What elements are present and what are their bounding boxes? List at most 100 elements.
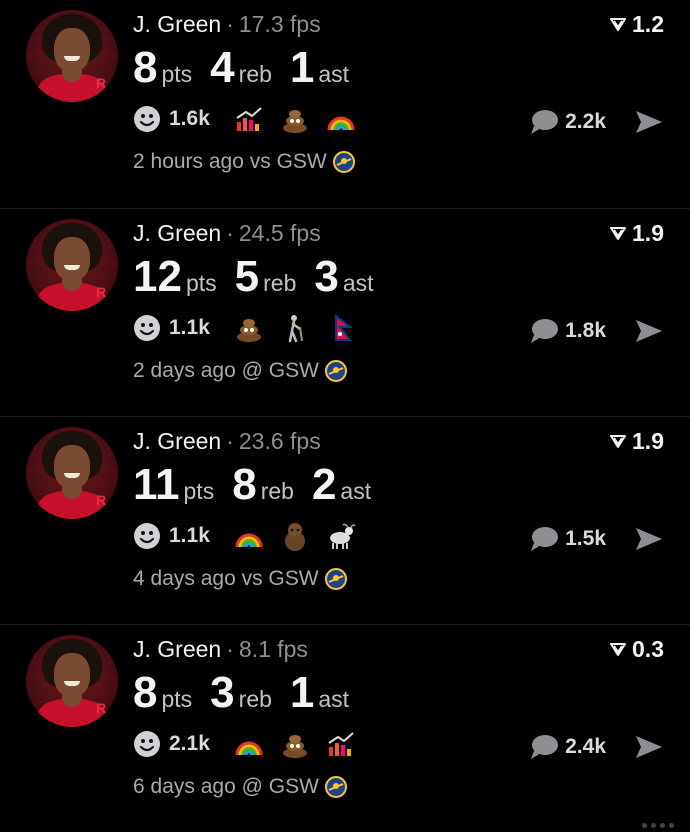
- smiley-face-icon[interactable]: [133, 730, 161, 758]
- stat-unit: pts: [161, 61, 193, 87]
- stat-points: 8 pts: [133, 667, 192, 719]
- emoji-reactions: [234, 521, 356, 551]
- player-avatar[interactable]: R: [26, 10, 118, 102]
- post-card[interactable]: R J. Green · 24.5 fps 1.9 12 pts 5 reb 3 ast …: [0, 208, 690, 416]
- player-name[interactable]: J. Green: [133, 636, 221, 662]
- player-name[interactable]: J. Green: [133, 11, 221, 37]
- player-name[interactable]: J. Green: [133, 220, 221, 246]
- send-share-icon[interactable]: [634, 524, 664, 554]
- stat-value: 3: [210, 668, 235, 717]
- comment-count: 1.8k: [565, 319, 606, 342]
- stat-line: 8 pts 3 reb 1 ast: [133, 667, 367, 719]
- reaction-count: 1.1k: [169, 524, 210, 547]
- post-meta: 4 days ago vs GSW: [133, 567, 347, 591]
- comments-button[interactable]: 2.2k: [529, 104, 606, 140]
- stat-assists: 3 ast: [314, 251, 373, 303]
- stat-rebounds: 4 reb: [210, 42, 272, 94]
- vote-score[interactable]: 1.2: [610, 10, 664, 38]
- stat-line: 11 pts 8 reb 2 ast: [133, 459, 389, 511]
- stat-points: 8 pts: [133, 42, 192, 94]
- post-card[interactable]: R J. Green · 23.6 fps 1.9 11 pts 8 reb 2 ast …: [0, 416, 690, 624]
- post-card[interactable]: R J. Green · 8.1 fps 0.3 8 pts 3 reb 1 ast 2.…: [0, 624, 690, 832]
- stat-unit: ast: [342, 270, 374, 296]
- reaction-count: 2.1k: [169, 732, 210, 755]
- post-header: J. Green · 23.6 fps: [133, 427, 321, 455]
- post-header: J. Green · 17.3 fps: [133, 10, 321, 38]
- score-value: 0.3: [632, 636, 664, 662]
- watermark-dots: [642, 814, 682, 828]
- stat-value: 3: [314, 252, 339, 301]
- action-bar: 1.1k 1.8k: [133, 313, 664, 349]
- elderly-person-icon[interactable]: [280, 313, 310, 343]
- emoji-reactions: [234, 104, 356, 134]
- separator-dot: ·: [226, 11, 234, 37]
- stat-unit: pts: [161, 686, 193, 712]
- smiley-face-icon[interactable]: [133, 314, 161, 342]
- rainbow-icon[interactable]: [234, 729, 264, 759]
- nepal-flag-icon[interactable]: [326, 313, 356, 343]
- stat-points: 12 pts: [133, 251, 217, 303]
- down-arrow-icon: [610, 643, 627, 656]
- warriors-logo-icon: [324, 568, 347, 590]
- warriors-logo-icon: [324, 360, 347, 382]
- goat-icon[interactable]: [326, 521, 356, 551]
- down-arrow-icon: [610, 435, 627, 448]
- player-avatar[interactable]: R: [26, 219, 118, 311]
- action-bar: 1.6k 2.2k: [133, 104, 664, 140]
- vote-score[interactable]: 1.9: [610, 427, 664, 455]
- timestamp-opponent: 6 days ago @ GSW: [133, 775, 319, 798]
- post-meta: 2 hours ago vs GSW: [133, 150, 355, 174]
- action-bar: 1.1k 1.5k: [133, 521, 664, 557]
- comment-bubble-icon: [531, 110, 559, 134]
- chart-down-icon[interactable]: [326, 729, 356, 759]
- smiley-face-icon[interactable]: [133, 105, 161, 133]
- comments-button[interactable]: 1.5k: [529, 521, 606, 557]
- reaction-count: 1.6k: [169, 107, 210, 130]
- stat-points: 11 pts: [133, 459, 214, 511]
- poop-icon[interactable]: [234, 313, 264, 343]
- chewbacca-icon[interactable]: [280, 521, 310, 551]
- poop-icon[interactable]: [280, 729, 310, 759]
- rainbow-icon[interactable]: [234, 521, 264, 551]
- player-avatar[interactable]: R: [26, 635, 118, 727]
- post-meta: 6 days ago @ GSW: [133, 775, 347, 799]
- score-value: 1.9: [632, 428, 664, 454]
- vote-score[interactable]: 0.3: [610, 635, 664, 663]
- stat-unit: pts: [183, 478, 215, 504]
- rainbow-icon[interactable]: [326, 104, 356, 134]
- post-card[interactable]: R J. Green · 17.3 fps 1.2 8 pts 4 reb 1 ast 1…: [0, 0, 690, 208]
- reaction-group[interactable]: 1.6k: [133, 104, 356, 134]
- reaction-group[interactable]: 1.1k: [133, 313, 356, 343]
- stat-value: 5: [234, 252, 260, 301]
- stat-value: 1: [289, 668, 315, 717]
- comment-bubble-icon: [531, 735, 559, 759]
- player-avatar[interactable]: R: [26, 427, 118, 519]
- stat-unit: reb: [260, 478, 294, 504]
- player-name[interactable]: J. Green: [133, 428, 221, 454]
- poop-icon[interactable]: [280, 104, 310, 134]
- chart-down-icon[interactable]: [234, 104, 264, 134]
- reaction-group[interactable]: 1.1k: [133, 521, 356, 551]
- fps-value: 24.5 fps: [238, 220, 321, 246]
- comment-count: 2.2k: [565, 110, 606, 133]
- comments-button[interactable]: 2.4k: [529, 729, 606, 765]
- stat-value: 8: [232, 460, 257, 509]
- comments-button[interactable]: 1.8k: [529, 313, 606, 349]
- post-header: J. Green · 8.1 fps: [133, 635, 308, 663]
- comment-bubble-icon: [531, 527, 559, 551]
- comment-count: 1.5k: [565, 527, 606, 550]
- stat-rebounds: 8 reb: [232, 459, 294, 511]
- post-meta: 2 days ago @ GSW: [133, 359, 347, 383]
- reaction-group[interactable]: 2.1k: [133, 729, 356, 759]
- stat-assists: 1 ast: [290, 667, 349, 719]
- vote-score[interactable]: 1.9: [610, 219, 664, 247]
- send-share-icon[interactable]: [634, 732, 664, 762]
- smiley-face-icon[interactable]: [133, 522, 161, 550]
- stat-unit: ast: [318, 61, 350, 87]
- send-share-icon[interactable]: [634, 316, 664, 346]
- stat-unit: reb: [238, 61, 272, 87]
- stat-assists: 2 ast: [312, 459, 371, 511]
- stat-value: 1: [289, 43, 315, 92]
- stat-unit: ast: [340, 478, 372, 504]
- send-share-icon[interactable]: [634, 107, 664, 137]
